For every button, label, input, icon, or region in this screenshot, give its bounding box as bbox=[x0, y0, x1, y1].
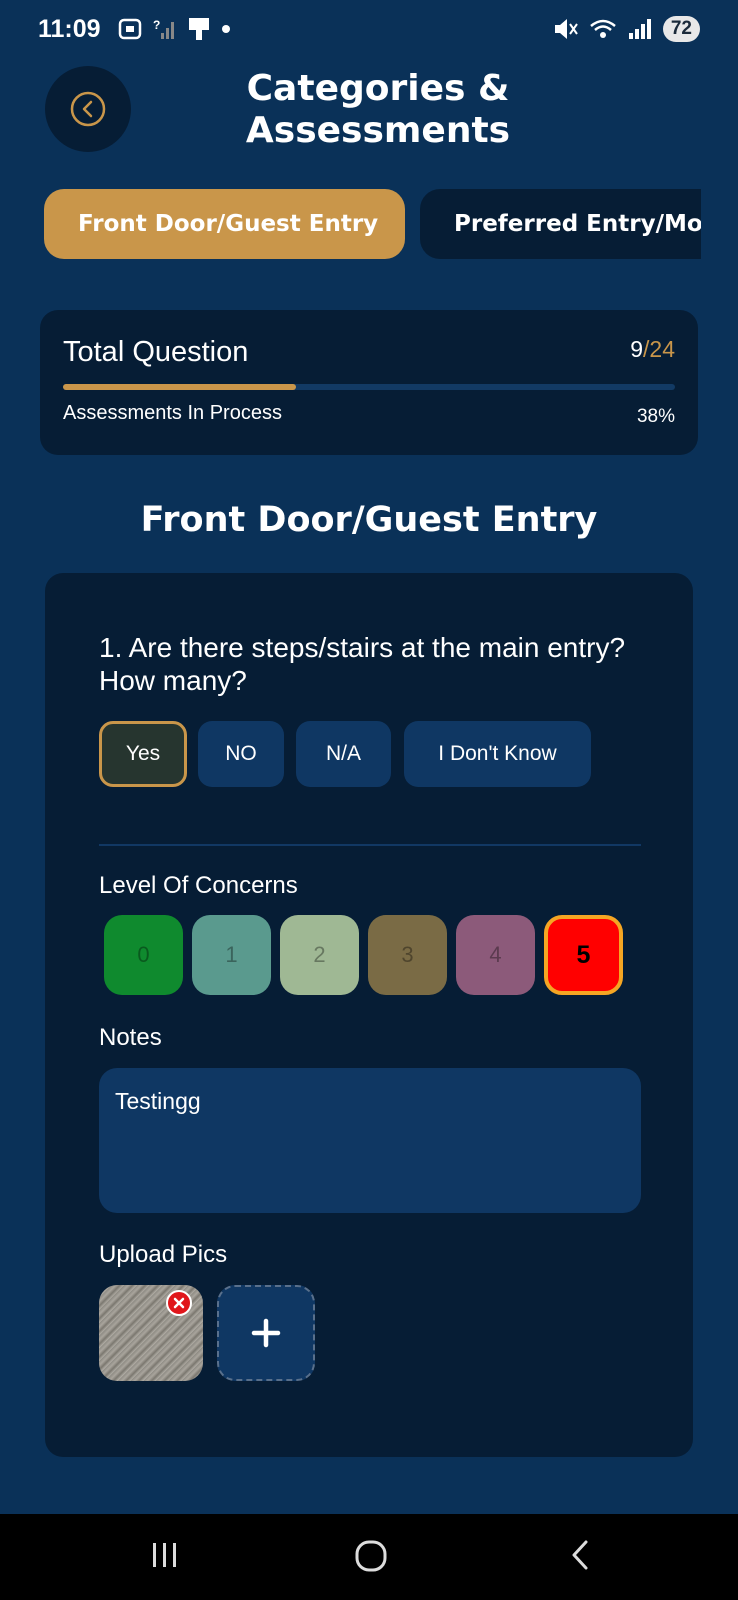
category-tabs: Front Door/Guest Entry Preferred Entry/M… bbox=[44, 189, 701, 259]
back-icon[interactable] bbox=[564, 1538, 598, 1572]
answer-na-button[interactable]: N/A bbox=[296, 721, 391, 787]
system-nav-bar bbox=[0, 1514, 738, 1600]
section-title: Front Door/Guest Entry bbox=[140, 500, 598, 540]
tab-preferred-entry[interactable]: Preferred Entry/Mos bbox=[420, 189, 701, 259]
header: Categories & Assessments bbox=[0, 64, 738, 156]
answer-no-button[interactable]: NO bbox=[198, 721, 284, 787]
status-time: 11:09 bbox=[38, 14, 101, 43]
concern-level-0[interactable]: 0 bbox=[104, 915, 183, 995]
progress-track bbox=[63, 384, 675, 390]
progress-percent: 38% bbox=[636, 406, 675, 427]
answer-dont-know-button[interactable]: I Don't Know bbox=[404, 721, 591, 787]
concern-level-2[interactable]: 2 bbox=[280, 915, 359, 995]
home-icon[interactable] bbox=[353, 1538, 389, 1574]
concern-label: Level Of Concerns bbox=[99, 872, 298, 899]
total-question-label: Total Question bbox=[63, 336, 249, 368]
signal-icon bbox=[628, 19, 651, 39]
status-icons-left: ? bbox=[117, 16, 231, 42]
divider bbox=[99, 844, 641, 846]
concern-level-5[interactable]: 5 bbox=[544, 915, 623, 995]
plus-icon bbox=[251, 1318, 281, 1348]
assessments-status-label: Assessments In Process bbox=[63, 402, 282, 424]
wifi-icon bbox=[590, 19, 616, 38]
page-title: Categories & Assessments bbox=[245, 68, 511, 151]
status-bar: 11:09 ? 72 bbox=[0, 0, 738, 58]
dot-icon bbox=[221, 25, 230, 33]
concern-level-3[interactable]: 3 bbox=[368, 915, 447, 995]
answer-yes-button[interactable]: Yes bbox=[99, 721, 187, 787]
add-photo-button[interactable] bbox=[217, 1285, 315, 1381]
device-icon bbox=[188, 18, 209, 40]
question-card: 1. Are there steps/stairs at the main en… bbox=[45, 573, 693, 1457]
question-text: 1. Are there steps/stairs at the main en… bbox=[99, 632, 626, 696]
upload-label: Upload Pics bbox=[99, 1241, 228, 1268]
back-button[interactable] bbox=[45, 66, 131, 152]
progress-fill bbox=[63, 384, 296, 390]
answered-count: 9 bbox=[630, 336, 644, 362]
notes-label: Notes bbox=[99, 1024, 162, 1051]
status-right: 72 bbox=[553, 16, 700, 42]
progress-card: Total Question 9/24 Assessments In Proce… bbox=[40, 310, 698, 455]
mute-icon bbox=[554, 19, 578, 39]
chevron-left-circle-icon bbox=[70, 91, 106, 127]
svg-text:?: ? bbox=[153, 18, 160, 32]
tab-front-door[interactable]: Front Door/Guest Entry bbox=[44, 189, 405, 259]
signal-question-icon: ? bbox=[153, 18, 174, 39]
concern-level-1[interactable]: 1 bbox=[192, 915, 271, 995]
recents-icon[interactable] bbox=[148, 1538, 182, 1572]
screenshot-icon bbox=[118, 18, 141, 40]
status-left: 11:09 ? bbox=[38, 15, 231, 44]
battery-indicator: 72 bbox=[662, 16, 700, 42]
remove-photo-button[interactable] bbox=[166, 1290, 192, 1316]
notes-input[interactable]: Testingg bbox=[99, 1068, 641, 1213]
total-count: 24 bbox=[649, 336, 675, 362]
close-icon bbox=[173, 1297, 185, 1309]
concern-level-4[interactable]: 4 bbox=[456, 915, 535, 995]
question-count: 9/24 bbox=[630, 336, 675, 363]
